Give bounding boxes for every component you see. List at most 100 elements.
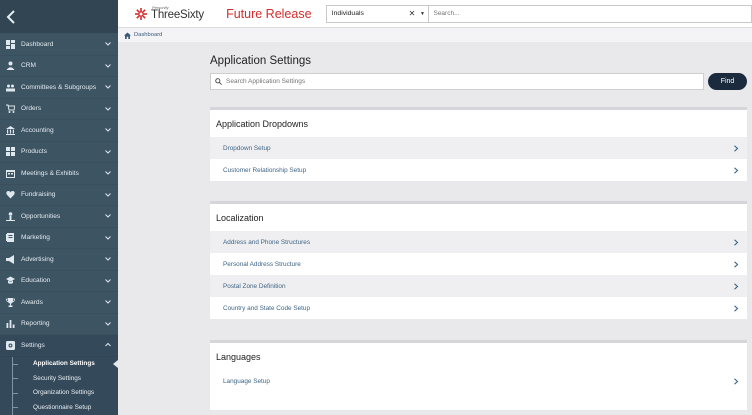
setting-row-language-setup[interactable]: Language Setup — [210, 370, 747, 392]
sidebar-item-opportunities[interactable]: Opportunities — [0, 206, 118, 228]
heart-icon — [6, 190, 15, 199]
clear-icon[interactable]: ✕ — [407, 9, 416, 18]
group-icon — [6, 83, 15, 92]
chevron-down-icon — [105, 257, 111, 261]
cart-icon — [6, 104, 15, 114]
megaphone-icon — [6, 254, 15, 264]
chevron-down-icon — [105, 85, 111, 89]
chevron-right-icon — [734, 166, 739, 174]
section-title: Application Dropdowns — [216, 119, 309, 129]
person-up-icon — [6, 211, 15, 221]
sidebar-item-label: Committees & Subgroups — [21, 83, 97, 91]
sidebar-item-advertising[interactable]: Advertising — [0, 249, 118, 271]
global-search[interactable] — [429, 4, 752, 23]
sidebar-item-fundraising[interactable]: Fundraising — [0, 185, 118, 206]
submenu-item-label: Organization Settings — [33, 389, 95, 397]
sidebar-item-committees[interactable]: Committees & Subgroups — [0, 77, 118, 99]
section-languages: Languages Language Setup — [210, 340, 747, 410]
setting-row-dropdown-setup[interactable]: Dropdown Setup — [210, 137, 747, 159]
top-bar: Personify ThreeSixty Future Release Indi… — [118, 0, 752, 28]
section-rows: Dropdown Setup Customer Relationship Set… — [210, 137, 747, 181]
sidebar-item-products[interactable]: Products — [0, 142, 118, 163]
chevron-right-icon — [734, 260, 739, 268]
setting-row-label: Address and Phone Structures — [223, 238, 311, 246]
chevron-down-icon — [105, 63, 111, 68]
home-icon — [124, 32, 131, 39]
sidebar-item-label: Accounting — [21, 126, 54, 134]
bank-icon — [6, 125, 15, 135]
trophy-icon — [6, 297, 15, 307]
find-button[interactable]: Find — [708, 73, 747, 90]
chevron-right-icon — [734, 144, 739, 152]
sidebar-item-label: Fundraising — [21, 191, 56, 199]
setting-row-postal-zone-definition[interactable]: Postal Zone Definition — [210, 275, 747, 297]
chevron-down-icon — [105, 192, 111, 197]
graduation-icon — [6, 276, 15, 285]
sidebar-item-label: Education — [21, 277, 51, 285]
setting-row-address-phone-structures[interactable]: Address and Phone Structures — [210, 231, 747, 253]
sidebar-item-reporting[interactable]: Reporting — [0, 314, 118, 335]
search-icon — [215, 78, 222, 85]
section-localization: Localization Address and Phone Structure… — [210, 201, 747, 319]
sidebar-item-crm[interactable]: CRM — [0, 56, 118, 77]
calendar-icon — [6, 169, 15, 178]
settings-search-box[interactable] — [210, 73, 704, 90]
breadcrumb-dashboard-link[interactable]: Dashboard — [134, 32, 162, 38]
sidebar-header — [0, 0, 118, 33]
main-content: Application Settings Find Application Dr… — [118, 42, 752, 415]
logo-brand-big: ThreeSixty — [151, 8, 204, 21]
sidebar-item-label: Marketing — [21, 234, 50, 242]
threesixty-logo-icon — [135, 7, 147, 20]
submenu-item-application-settings[interactable]: Application Settings — [0, 356, 118, 372]
sidebar-item-label: CRM — [21, 62, 37, 70]
sidebar-item-marketing[interactable]: Marketing — [0, 228, 118, 249]
sidebar-item-settings[interactable]: Settings — [0, 335, 118, 357]
person-icon — [6, 61, 15, 71]
submenu-item-label: Questionnaire Setup — [33, 403, 92, 411]
sidebar-item-label: Meetings & Exhibits — [21, 169, 79, 177]
submenu-item-security-settings[interactable]: Security Settings — [0, 371, 118, 386]
sidebar-item-education[interactable]: Education — [0, 271, 118, 292]
settings-search-row: Find — [210, 73, 747, 90]
marketing-icon — [6, 233, 15, 243]
chevron-down-icon — [105, 214, 111, 218]
setting-row-country-state-code-setup[interactable]: Country and State Code Setup — [210, 297, 747, 319]
logo[interactable]: Personify ThreeSixty — [134, 5, 216, 22]
dropdown-triangle-icon[interactable]: ▼ — [416, 11, 428, 17]
sidebar-item-label: Settings — [21, 341, 45, 349]
chevron-down-icon — [105, 171, 111, 175]
sidebar-item-label: Reporting — [21, 320, 50, 328]
setting-row-label: Language Setup — [223, 377, 270, 385]
setting-row-label: Postal Zone Definition — [223, 282, 286, 290]
sidebar-item-accounting[interactable]: Accounting — [0, 120, 118, 142]
sidebar-item-meetings[interactable]: Meetings & Exhibits — [0, 163, 118, 185]
sidebar: Dashboard CRM Committees & Subgroups Ord… — [0, 0, 118, 415]
setting-row-personal-address-structure[interactable]: Personal Address Structure — [210, 253, 747, 275]
chevron-down-icon — [105, 42, 111, 46]
page-title: Application Settings — [210, 55, 312, 67]
global-search-input[interactable] — [433, 10, 734, 17]
collapse-sidebar-icon[interactable] — [6, 8, 20, 26]
submenu-item-questionnaire-setup[interactable]: Questionnaire Setup — [0, 400, 118, 415]
dashboard-icon — [6, 39, 15, 49]
settings-submenu: Application Settings Security Settings O… — [0, 356, 118, 415]
sidebar-item-awards[interactable]: Awards — [0, 292, 118, 314]
settings-search-input[interactable] — [226, 78, 686, 85]
submenu-item-organization-settings[interactable]: Organization Settings — [0, 385, 118, 401]
section-rows: Address and Phone Structures Personal Ad… — [210, 231, 747, 319]
chevron-down-icon — [105, 149, 111, 154]
section-title: Languages — [216, 352, 261, 362]
settings-icon — [6, 340, 15, 350]
setting-row-customer-relationship-setup[interactable]: Customer Relationship Setup — [210, 159, 747, 181]
grid-icon — [6, 147, 15, 157]
entity-select[interactable]: Individuals ✕ ▼ — [325, 4, 430, 23]
sidebar-item-dashboard[interactable]: Dashboard — [0, 34, 118, 56]
sidebar-item-label: Awards — [21, 298, 43, 306]
sidebar-item-label: Products — [21, 148, 48, 156]
chevron-down-icon — [105, 235, 111, 240]
sidebar-item-orders[interactable]: Orders — [0, 99, 118, 120]
chevron-right-icon — [734, 377, 739, 385]
sidebar-item-label: Orders — [21, 105, 42, 113]
chevron-down-icon — [105, 278, 111, 283]
chevron-right-icon — [734, 282, 739, 290]
